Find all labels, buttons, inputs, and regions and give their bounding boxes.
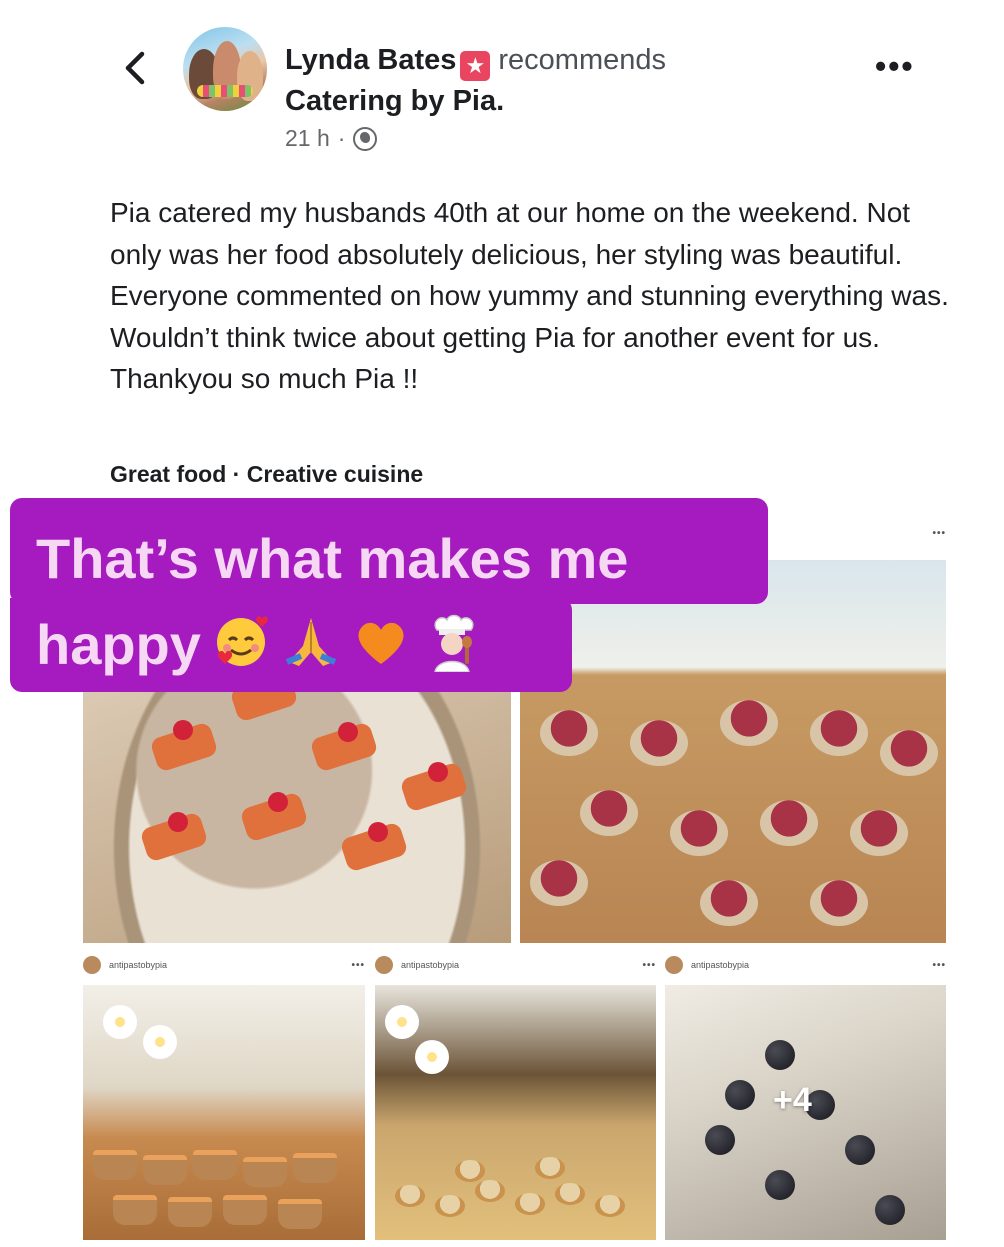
tart xyxy=(475,1180,505,1202)
photo-grazing-table[interactable] xyxy=(375,985,656,1240)
more-options-button[interactable]: ••• xyxy=(875,50,915,82)
mini-avatar xyxy=(375,956,393,974)
woman-cook-icon xyxy=(434,614,474,672)
prawn-cup xyxy=(278,1199,322,1229)
stuffed-mushroom xyxy=(880,730,938,776)
tart xyxy=(595,1195,625,1217)
stuffed-mushroom xyxy=(850,810,908,856)
prawn-cup xyxy=(223,1195,267,1225)
overlay-line2: happy xyxy=(36,602,776,688)
white-flower xyxy=(415,1040,449,1074)
tag-separator: · xyxy=(232,461,241,487)
meta-separator: · xyxy=(337,125,346,151)
blackberry xyxy=(705,1125,735,1155)
white-flower xyxy=(143,1025,177,1059)
orange-heart-icon xyxy=(358,622,404,664)
mini-avatar xyxy=(665,956,683,974)
smiling-face-with-hearts-icon xyxy=(216,616,268,666)
mini-account-name: antipastobypia xyxy=(401,960,460,970)
author-name[interactable]: Lynda Bates xyxy=(285,44,456,76)
prawn-cup xyxy=(113,1195,157,1225)
raspberry xyxy=(368,822,388,842)
prawn-cup xyxy=(143,1155,187,1185)
prawn-cup xyxy=(93,1150,137,1180)
white-flower xyxy=(103,1005,137,1039)
photo-mini-header: antipastobypia ••• xyxy=(83,947,365,983)
blackberry xyxy=(725,1080,755,1110)
overlay-line1: That’s what makes me xyxy=(36,527,629,590)
tag-creative-cuisine[interactable]: Creative cuisine xyxy=(247,461,423,487)
author-avatar[interactable] xyxy=(183,27,267,111)
folded-hands-icon xyxy=(285,618,337,666)
mini-more-dots: ••• xyxy=(351,959,365,971)
tart xyxy=(455,1160,485,1182)
chevron-left-icon xyxy=(125,51,145,85)
photo-prawn-cups[interactable] xyxy=(83,985,365,1240)
stuffed-mushroom xyxy=(810,880,868,926)
tart xyxy=(555,1183,585,1205)
blackberry xyxy=(765,1040,795,1070)
stuffed-mushroom xyxy=(530,860,588,906)
raspberry xyxy=(168,812,188,832)
page-name[interactable]: Catering by Pia. xyxy=(285,85,504,117)
tart xyxy=(435,1195,465,1217)
mini-avatar xyxy=(83,956,101,974)
more-photos-count[interactable]: +4 xyxy=(773,1081,812,1120)
avatar-lei xyxy=(197,85,253,97)
recommend-star-icon: ★ xyxy=(460,51,491,81)
stuffed-mushroom xyxy=(670,810,728,856)
mini-more-dots: ••• xyxy=(932,959,946,971)
recommends-label: recommends xyxy=(498,44,666,76)
mini-account-name: antipastobypia xyxy=(109,960,168,970)
prawn-cup xyxy=(193,1150,237,1180)
tag-great-food[interactable]: Great food xyxy=(110,461,226,487)
raspberry xyxy=(338,722,358,742)
post-meta: 21 h · xyxy=(285,125,378,152)
stuffed-mushroom xyxy=(810,710,868,756)
prawn-cup xyxy=(243,1157,287,1187)
blackberry xyxy=(875,1195,905,1225)
stuffed-mushroom xyxy=(580,790,638,836)
photo-mini-header: antipastobypia ••• xyxy=(665,947,946,983)
blackberry xyxy=(845,1135,875,1165)
mini-more-dots: ••• xyxy=(642,959,656,971)
back-button[interactable] xyxy=(118,48,152,88)
overlay-text: That’s what makes me happy xyxy=(36,516,776,688)
overlay-line2-text: happy xyxy=(36,613,201,676)
tart xyxy=(395,1185,425,1207)
raspberry xyxy=(268,792,288,812)
globe-icon xyxy=(353,126,378,151)
stuffed-mushroom xyxy=(630,720,688,766)
raspberry xyxy=(173,720,193,740)
photo-blackberry-crostini[interactable]: +4 xyxy=(665,985,946,1240)
photo-mini-header: antipastobypia ••• xyxy=(375,947,656,983)
stuffed-mushroom xyxy=(700,880,758,926)
post-body: Pia catered my husbands 40th at our home… xyxy=(110,197,949,395)
post-header: Lynda Bates ★ recommends Catering by Pia. xyxy=(285,40,805,122)
prawn-cup xyxy=(293,1153,337,1183)
stuffed-mushroom xyxy=(720,700,778,746)
prawn-cup xyxy=(168,1197,212,1227)
post-time[interactable]: 21 h xyxy=(285,125,330,152)
mini-account-name: antipastobypia xyxy=(691,960,750,970)
raspberry xyxy=(428,762,448,782)
tart xyxy=(515,1193,545,1215)
stuffed-mushroom xyxy=(540,710,598,756)
white-flower xyxy=(385,1005,419,1039)
photo-more-dots: ••• xyxy=(932,527,946,539)
blackberry xyxy=(765,1170,795,1200)
recommendation-tags: Great food · Creative cuisine xyxy=(110,461,423,488)
tart xyxy=(535,1157,565,1179)
stuffed-mushroom xyxy=(760,800,818,846)
